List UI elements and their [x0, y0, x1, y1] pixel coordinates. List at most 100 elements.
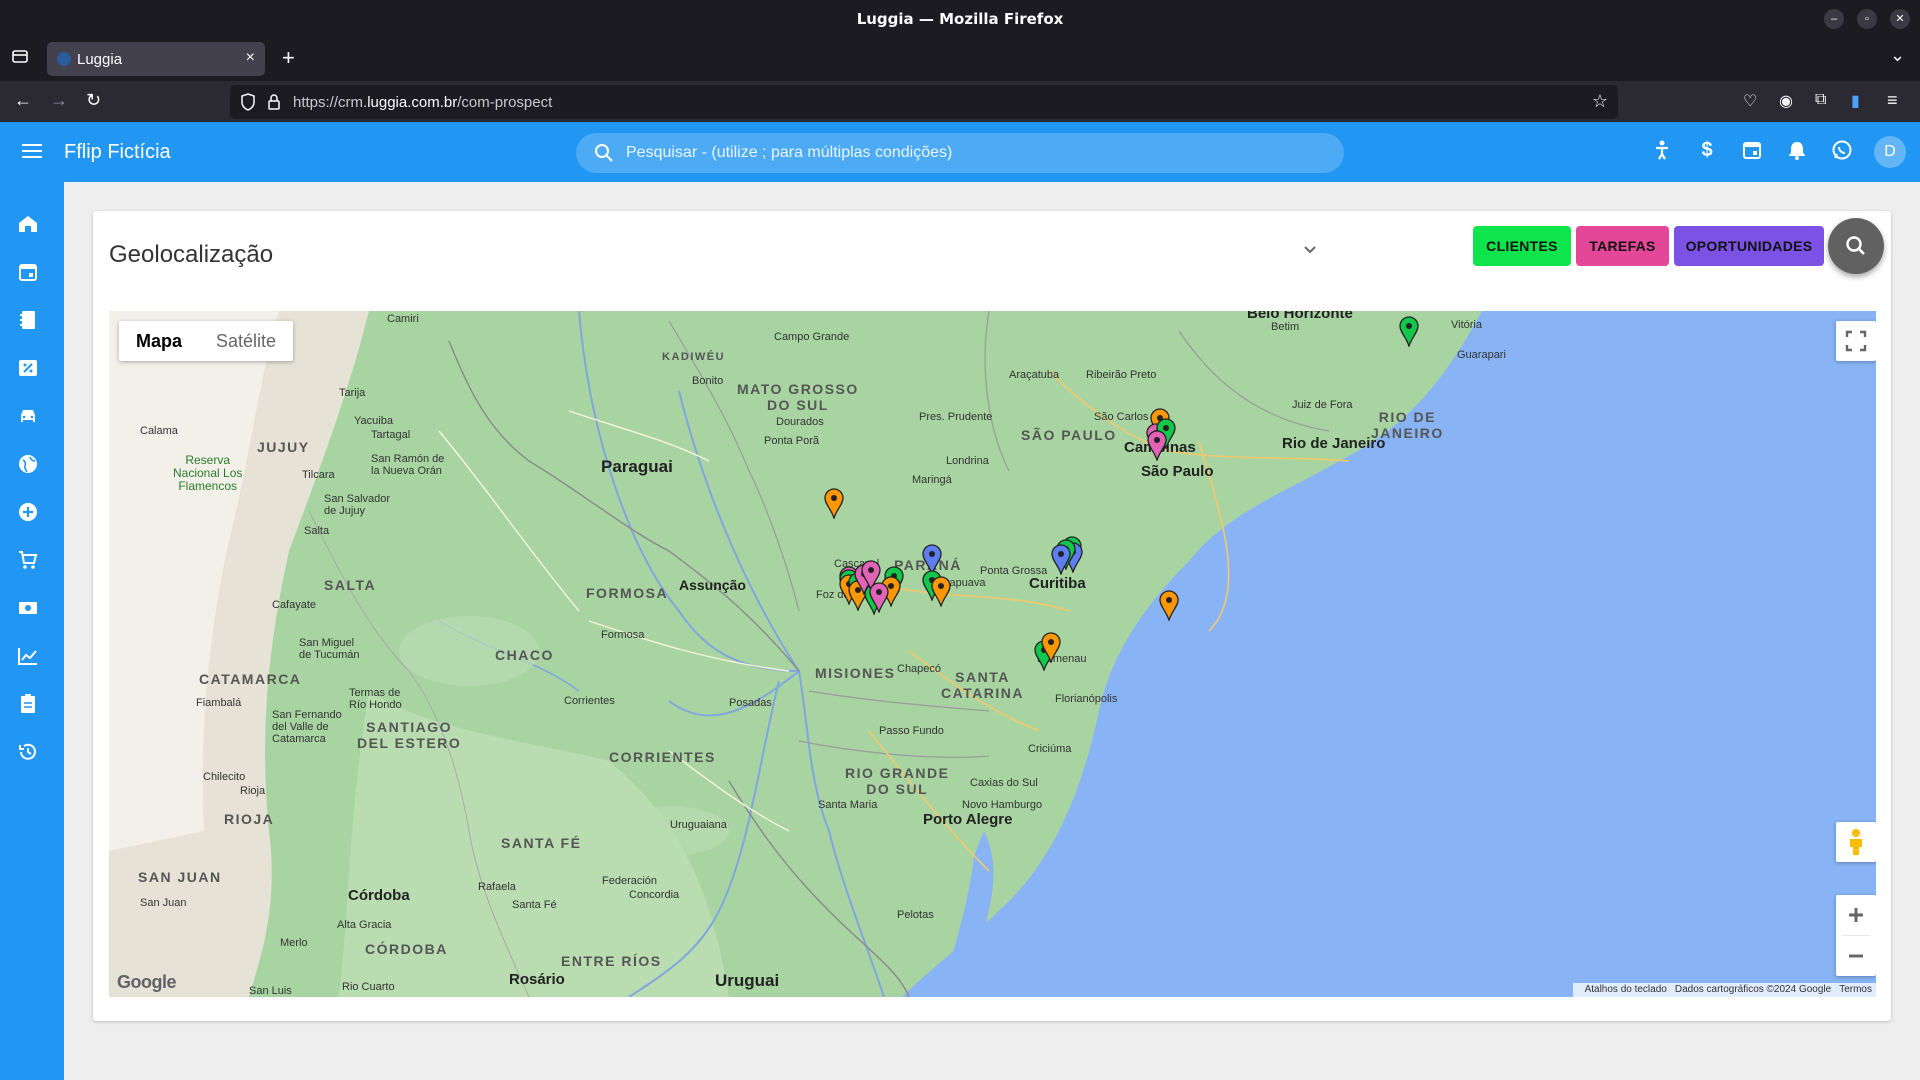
clientes-button[interactable]: CLIENTES [1473, 226, 1571, 266]
browser-tab[interactable]: Luggia × [47, 42, 265, 76]
map-label-santafe: SANTA FÉ [501, 835, 582, 851]
list-tabs-icon[interactable]: ⌄ [1890, 45, 1905, 66]
map-label-sfvalle: San Fernando del Valle de Catamarca [272, 709, 342, 745]
money-icon[interactable] [16, 596, 40, 620]
history-icon[interactable] [16, 740, 40, 764]
map-label-formosa-city: Formosa [601, 629, 645, 641]
extensions-icon[interactable]: ⧉ [1815, 91, 1826, 109]
url-text: https://crm.luggia.com.br/com-prospect [293, 94, 552, 111]
map-marker-pink[interactable] [1146, 429, 1168, 461]
car-icon[interactable] [16, 404, 40, 428]
user-avatar[interactable]: D [1874, 136, 1906, 168]
map-label-vitoria: Vitória [1451, 319, 1482, 331]
map-label-rioja: RIOJA [224, 811, 275, 827]
back-icon[interactable]: ← [14, 90, 32, 111]
tab-close-icon[interactable]: × [246, 49, 255, 67]
zoom-in-icon[interactable] [1836, 895, 1876, 935]
account-icon[interactable]: ◉ [1779, 91, 1793, 111]
map-label-campo-grande: Campo Grande [774, 331, 850, 343]
map-marker-orange[interactable] [930, 575, 952, 607]
search-placeholder: Pesquisar - (utilize ; para múltiplas co… [626, 144, 953, 161]
minimize-button[interactable]: – [1824, 9, 1844, 29]
street-view-pegman-icon[interactable] [1836, 822, 1876, 862]
reload-icon[interactable]: ↻ [86, 90, 101, 111]
bookmark-star-icon[interactable]: ☆ [1592, 91, 1608, 112]
close-window-button[interactable]: ✕ [1890, 9, 1910, 29]
chart-line-icon[interactable] [16, 644, 40, 668]
map-type-satelite[interactable]: Satélite [199, 321, 293, 361]
map-label-dourados: Dourados [776, 416, 824, 428]
clipboard-icon[interactable] [16, 692, 40, 716]
cart-icon[interactable] [16, 548, 40, 572]
map-label-termas: Termas de Río Hondo [349, 687, 402, 711]
contacts-book-icon[interactable] [16, 308, 40, 332]
map-label-passofundo: Passo Fundo [879, 725, 944, 737]
zoom-out-icon[interactable] [1836, 936, 1876, 976]
globe-icon[interactable] [16, 452, 40, 476]
map-label-sc: SANTA CATARINA [941, 669, 1025, 701]
whatsapp-icon[interactable] [1828, 139, 1856, 167]
map-label-londrina: Londrina [946, 455, 989, 467]
dollar-icon[interactable]: $ [1693, 139, 1721, 167]
map-type-mapa[interactable]: Mapa [119, 321, 199, 361]
new-tab-icon[interactable]: + [282, 45, 295, 71]
url-bar[interactable]: https://crm.luggia.com.br/com-prospect ☆ [230, 85, 1618, 119]
map-label-salta: SALTA [324, 577, 377, 593]
search-fab-button[interactable] [1828, 218, 1884, 274]
map-label-cordoba-city: Córdoba [348, 887, 410, 904]
geolocation-map[interactable]: Belo Horizonte Betim Vitória Guarapari C… [109, 311, 1876, 997]
keyboard-shortcuts-link[interactable]: Atalhos do teclado [1585, 984, 1667, 995]
map-label-novohamburgo: Novo Hamburgo [962, 799, 1043, 811]
pocket-icon[interactable]: ♡ [1743, 91, 1757, 111]
agenda-icon[interactable] [16, 260, 40, 284]
map-marker-pink[interactable] [868, 581, 890, 613]
map-label-portoalegre: Porto Alegre [923, 811, 1013, 828]
tab-overview-icon[interactable] [11, 47, 29, 70]
map-label-curitiba: Curitiba [1029, 575, 1086, 592]
notifications-icon[interactable] [1783, 139, 1811, 167]
tab-title: Luggia [77, 51, 123, 68]
map-label-santiago: SANTIAGO DEL ESTERO [357, 719, 462, 751]
map-label-chaco: CHACO [495, 647, 554, 663]
fullscreen-icon[interactable] [1836, 321, 1876, 361]
map-label-rs: RIO GRANDE DO SUL [845, 765, 950, 797]
map-marker-orange[interactable] [1040, 631, 1062, 663]
accessibility-icon[interactable] [1648, 139, 1676, 167]
oportunidades-button[interactable]: OPORTUNIDADES [1674, 226, 1824, 266]
hamburger-menu-icon[interactable] [20, 140, 44, 164]
map-label-camiri: Camiri [387, 313, 419, 325]
global-search-input[interactable]: Pesquisar - (utilize ; para múltiplas co… [576, 133, 1344, 173]
extension-app-icon[interactable]: ▮ [1851, 91, 1860, 111]
tab-favicon-icon [57, 52, 71, 66]
map-label-corrientes-city: Corrientes [564, 695, 615, 707]
terms-link[interactable]: Termos [1839, 984, 1872, 995]
google-logo[interactable]: Google [117, 972, 177, 993]
url-domain: luggia.com.br [367, 94, 458, 111]
map-label-sansalvador: San Salvador de Jujuy [324, 493, 391, 517]
shield-icon[interactable] [240, 93, 256, 115]
app-menu-icon[interactable]: ≡ [1887, 90, 1898, 111]
map-label-fiambala: Fiambalá [196, 697, 242, 709]
map-marker-orange[interactable] [1158, 589, 1180, 621]
map-label-tarija: Tarija [339, 387, 366, 399]
map-marker-blue[interactable] [1050, 543, 1072, 575]
map-label-corrientes: CORRIENTES [609, 749, 716, 765]
tarefas-button[interactable]: TAREFAS [1576, 226, 1669, 266]
map-type-control: Mapa Satélite [119, 321, 294, 361]
map-label-criciuma: Criciúma [1028, 743, 1072, 755]
map-label-sanjuan: SAN JUAN [138, 869, 222, 885]
maximize-button[interactable]: ▫ [1857, 9, 1877, 29]
add-circle-icon[interactable] [16, 500, 40, 524]
calendar-icon[interactable] [1738, 139, 1766, 167]
map-label-calama: Calama [140, 425, 178, 437]
discount-icon[interactable] [16, 356, 40, 380]
map-label-pontapora: Ponta Porã [764, 435, 820, 447]
lock-icon[interactable] [267, 93, 281, 115]
map-label-riocuarto: Rio Cuarto [342, 981, 395, 993]
forward-icon[interactable]: → [50, 90, 68, 111]
map-marker-orange[interactable] [823, 487, 845, 519]
map-label-concordia: Concordia [629, 889, 680, 901]
home-icon[interactable] [16, 212, 40, 236]
chevron-down-icon[interactable] [1303, 243, 1317, 257]
map-marker-green[interactable] [1398, 315, 1420, 347]
